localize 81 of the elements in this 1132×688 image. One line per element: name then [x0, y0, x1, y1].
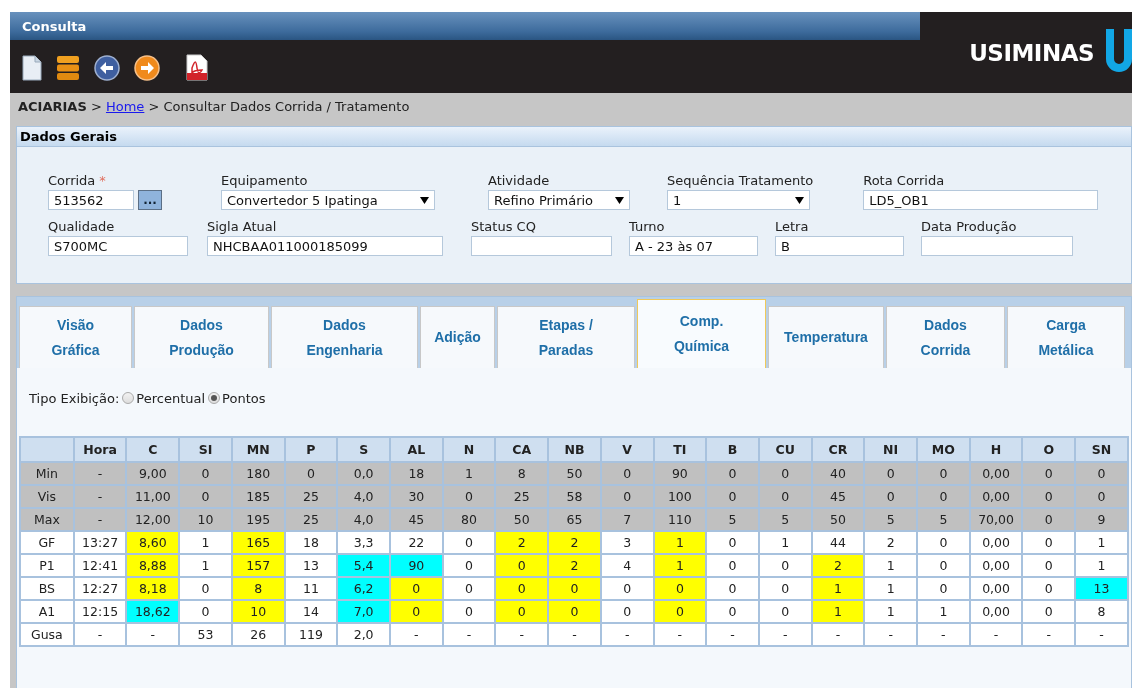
column-header: MO: [917, 437, 970, 462]
breadcrumb-separator: >: [90, 99, 102, 114]
radio-label[interactable]: Percentual: [136, 390, 206, 406]
radio-button[interactable]: [122, 392, 135, 404]
lookup-button[interactable]: ...: [138, 190, 162, 210]
display-type-label: Tipo Exibição:: [29, 390, 120, 406]
text-field[interactable]: S700MC: [48, 236, 188, 256]
field-label: Data Produção: [921, 219, 1018, 236]
window-title: Consulta: [21, 18, 87, 34]
tab[interactable]: Comp. Química: [637, 299, 766, 368]
text-field[interactable]: NHCBAA011000185099: [207, 236, 443, 256]
database-icon[interactable]: [56, 54, 80, 81]
column-header: N: [442, 437, 496, 462]
column-header: Hora: [73, 437, 127, 462]
pdf-icon[interactable]: [186, 54, 208, 81]
text-field[interactable]: B: [775, 236, 904, 256]
dropdown[interactable]: Refino Primário: [488, 190, 630, 210]
breadcrumb-current: Consultar Dados Corrida / Tratamento: [163, 99, 410, 114]
field-label: Qualidade: [48, 219, 116, 236]
field-label: Letra: [775, 219, 810, 236]
dropdown-caret-icon[interactable]: [795, 196, 804, 204]
breadcrumb-separator: >: [148, 99, 160, 114]
text-field[interactable]: [921, 236, 1073, 256]
column-header: AL: [390, 437, 443, 462]
tab[interactable]: Visão Gráfica: [19, 306, 132, 368]
new-document-icon[interactable]: [22, 54, 42, 81]
dropdown[interactable]: Convertedor 5 Ipatinga: [221, 190, 435, 210]
radio-label[interactable]: Pontos: [222, 390, 266, 406]
text-field[interactable]: LD5_OB1: [863, 190, 1099, 210]
row-label: GF: [20, 531, 74, 554]
header-cell: [20, 437, 74, 462]
field-label: Rota Corrida: [863, 173, 946, 190]
column-header: P: [284, 437, 338, 462]
field-label: Equipamento: [221, 173, 309, 190]
radio-button[interactable]: [208, 392, 221, 404]
required-mark: *: [99, 173, 106, 190]
column-header: TI: [653, 437, 707, 462]
column-header: NI: [864, 437, 917, 462]
column-header: H: [969, 437, 1023, 462]
column-header: CR: [811, 437, 865, 462]
column-header: C: [126, 437, 180, 462]
text-field[interactable]: [471, 236, 612, 256]
row-label: Min: [20, 462, 74, 485]
field-label: Sigla Atual: [207, 219, 278, 236]
panel-header: Dados Gerais: [17, 127, 1131, 147]
text-field[interactable]: 513562: [48, 190, 134, 210]
dropdown[interactable]: 1: [667, 190, 810, 210]
column-header: NB: [548, 437, 601, 462]
column-header: V: [600, 437, 654, 462]
dropdown-caret-icon[interactable]: [420, 196, 429, 204]
column-header: SI: [179, 437, 232, 462]
tab[interactable]: Dados Engenharia: [271, 306, 418, 368]
column-header: O: [1022, 437, 1076, 462]
dropdown-caret-icon[interactable]: [615, 196, 624, 204]
home-link[interactable]: Home: [105, 99, 145, 114]
tab[interactable]: Etapas / Paradas: [497, 306, 635, 368]
tab[interactable]: Adição: [420, 306, 495, 368]
tab[interactable]: Dados Produção: [134, 306, 269, 368]
field-label: Corrida: [48, 173, 96, 190]
row-label: P1: [20, 554, 74, 577]
row-label: A1: [20, 600, 74, 623]
tab[interactable]: Temperatura: [768, 306, 884, 368]
tab[interactable]: Dados Corrida: [886, 306, 1005, 368]
field-label: Sequência Tratamento: [667, 173, 814, 190]
breadcrumb-root: ACIARIAS: [18, 99, 87, 114]
text-field[interactable]: A - 23 às 07: [629, 236, 758, 256]
field-label: Turno: [629, 219, 666, 236]
column-header: CU: [758, 437, 812, 462]
brand-name: USIMINAS: [969, 39, 1094, 66]
column-header: B: [706, 437, 759, 462]
row-label: BS: [20, 577, 74, 600]
column-header: CA: [495, 437, 549, 462]
row-label: Vis: [20, 485, 74, 508]
column-header: SN: [1075, 437, 1128, 462]
row-label: Max: [20, 508, 74, 531]
row-label: Gusa: [20, 623, 74, 646]
field-label: Status CQ: [471, 219, 537, 236]
column-header: MN: [231, 437, 285, 462]
field-label: Atividade: [488, 173, 551, 190]
column-header: S: [337, 437, 390, 462]
tab[interactable]: Carga Metálica: [1007, 306, 1125, 368]
